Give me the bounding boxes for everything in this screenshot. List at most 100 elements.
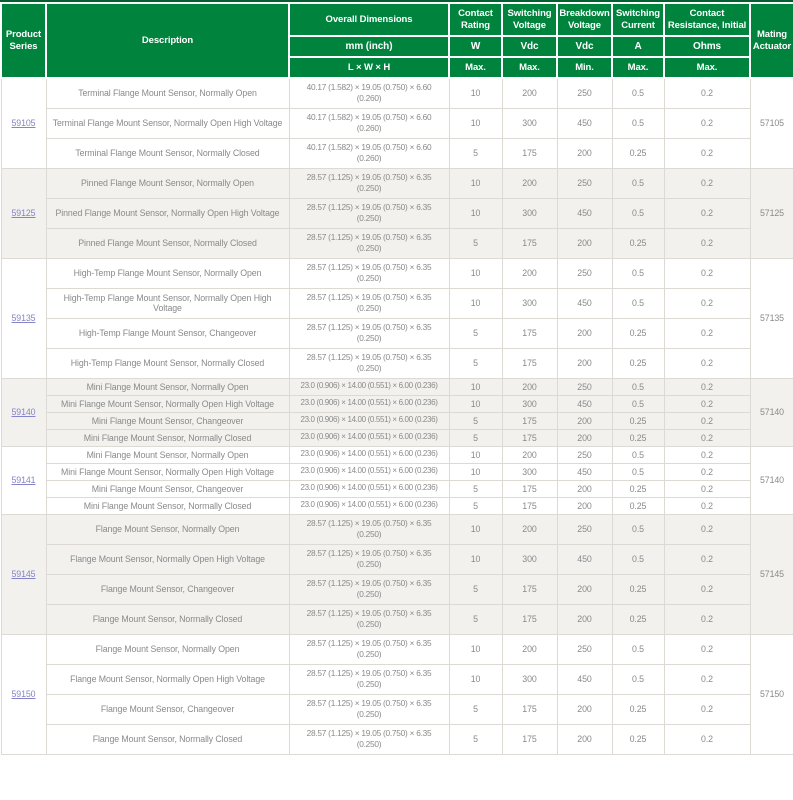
dimensions-cell: 28.57 (1.125) × 19.05 (0.750) × 6.35 (0.… (289, 228, 449, 258)
description-cell: Flange Mount Sensor, Normally Closed (46, 604, 289, 634)
breakdown-voltage-cell: 200 (557, 228, 612, 258)
mating-actuator-cell: 57140 (750, 378, 793, 446)
contact-resistance-cell: 0.2 (664, 574, 750, 604)
breakdown-voltage-cell: 250 (557, 258, 612, 288)
switching-voltage-cell: 200 (502, 168, 557, 198)
product-series-link[interactable]: 59105 (12, 118, 36, 128)
contact-rating-cell: 5 (449, 574, 502, 604)
header-limit-contact-resistance: Max. (664, 57, 750, 78)
dimensions-cell: 23.0 (0.906) × 14.00 (0.551) × 6.00 (0.2… (289, 429, 449, 446)
contact-resistance-cell: 0.2 (664, 604, 750, 634)
dimensions-cell: 28.57 (1.125) × 19.05 (0.750) × 6.35 (0.… (289, 318, 449, 348)
description-cell: High-Temp Flange Mount Sensor, Normally … (46, 258, 289, 288)
dimensions-cell: 40.17 (1.582) × 19.05 (0.750) × 6.60 (0.… (289, 138, 449, 168)
description-cell: Flange Mount Sensor, Normally Open High … (46, 664, 289, 694)
contact-resistance-cell: 0.2 (664, 395, 750, 412)
switching-voltage-cell: 300 (502, 463, 557, 480)
switching-voltage-cell: 175 (502, 429, 557, 446)
dimensions-cell: 23.0 (0.906) × 14.00 (0.551) × 6.00 (0.2… (289, 378, 449, 395)
switching-current-cell: 0.5 (612, 168, 664, 198)
product-spec-table: Product Series Description Overall Dimen… (0, 2, 793, 755)
switching-voltage-cell: 175 (502, 480, 557, 497)
breakdown-voltage-cell: 250 (557, 446, 612, 463)
contact-rating-cell: 10 (449, 198, 502, 228)
contact-rating-cell: 10 (449, 395, 502, 412)
switching-current-cell: 0.25 (612, 724, 664, 754)
header-description: Description (46, 3, 289, 78)
table-row: 59141Mini Flange Mount Sensor, Normally … (1, 446, 793, 463)
product-series-link[interactable]: 59145 (12, 569, 36, 579)
header-limit-switching-voltage: Max. (502, 57, 557, 78)
description-cell: High-Temp Flange Mount Sensor, Changeove… (46, 318, 289, 348)
mating-actuator-cell: 57125 (750, 168, 793, 258)
dimensions-cell: 28.57 (1.125) × 19.05 (0.750) × 6.35 (0.… (289, 634, 449, 664)
dimensions-cell: 28.57 (1.125) × 19.05 (0.750) × 6.35 (0.… (289, 724, 449, 754)
dimensions-cell: 40.17 (1.582) × 19.05 (0.750) × 6.60 (0.… (289, 78, 449, 108)
description-cell: Mini Flange Mount Sensor, Normally Close… (46, 429, 289, 446)
dimensions-cell: 23.0 (0.906) × 14.00 (0.551) × 6.00 (0.2… (289, 463, 449, 480)
header-unit-ohms: Ohms (664, 36, 750, 57)
breakdown-voltage-cell: 200 (557, 574, 612, 604)
contact-rating-cell: 10 (449, 634, 502, 664)
contact-rating-cell: 5 (449, 348, 502, 378)
switching-current-cell: 0.25 (612, 228, 664, 258)
contact-rating-cell: 10 (449, 258, 502, 288)
switching-voltage-cell: 175 (502, 318, 557, 348)
description-cell: Flange Mount Sensor, Changeover (46, 574, 289, 604)
contact-resistance-cell: 0.2 (664, 318, 750, 348)
table-row: Flange Mount Sensor, Normally Open High … (1, 544, 793, 574)
switching-current-cell: 0.5 (612, 634, 664, 664)
product-spec-table-container: Product Series Description Overall Dimen… (0, 0, 793, 755)
product-series-link[interactable]: 59150 (12, 689, 36, 699)
switching-current-cell: 0.5 (612, 544, 664, 574)
description-cell: Mini Flange Mount Sensor, Normally Open (46, 446, 289, 463)
switching-voltage-cell: 175 (502, 348, 557, 378)
contact-resistance-cell: 0.2 (664, 664, 750, 694)
contact-rating-cell: 5 (449, 228, 502, 258)
contact-rating-cell: 5 (449, 412, 502, 429)
header-unit-w: W (449, 36, 502, 57)
breakdown-voltage-cell: 450 (557, 108, 612, 138)
switching-voltage-cell: 300 (502, 198, 557, 228)
header-product-series: Product Series (1, 3, 46, 78)
switching-current-cell: 0.25 (612, 497, 664, 514)
mating-actuator-cell: 57145 (750, 514, 793, 634)
breakdown-voltage-cell: 200 (557, 497, 612, 514)
dimensions-cell: 23.0 (0.906) × 14.00 (0.551) × 6.00 (0.2… (289, 497, 449, 514)
table-header: Product Series Description Overall Dimen… (1, 3, 793, 78)
switching-current-cell: 0.5 (612, 446, 664, 463)
dimensions-cell: 28.57 (1.125) × 19.05 (0.750) × 6.35 (0.… (289, 664, 449, 694)
switching-voltage-cell: 200 (502, 514, 557, 544)
table-row: Flange Mount Sensor, Changeover28.57 (1.… (1, 694, 793, 724)
switching-current-cell: 0.25 (612, 604, 664, 634)
description-cell: Flange Mount Sensor, Changeover (46, 694, 289, 724)
dimensions-cell: 28.57 (1.125) × 19.05 (0.750) × 6.35 (0.… (289, 544, 449, 574)
breakdown-voltage-cell: 250 (557, 514, 612, 544)
breakdown-voltage-cell: 450 (557, 288, 612, 318)
switching-current-cell: 0.5 (612, 395, 664, 412)
contact-rating-cell: 5 (449, 604, 502, 634)
contact-rating-cell: 10 (449, 108, 502, 138)
product-series-link[interactable]: 59125 (12, 208, 36, 218)
table-row: Flange Mount Sensor, Normally Closed28.5… (1, 724, 793, 754)
switching-current-cell: 0.25 (612, 318, 664, 348)
breakdown-voltage-cell: 200 (557, 318, 612, 348)
breakdown-voltage-cell: 200 (557, 138, 612, 168)
contact-rating-cell: 10 (449, 78, 502, 108)
breakdown-voltage-cell: 250 (557, 634, 612, 664)
contact-resistance-cell: 0.2 (664, 168, 750, 198)
switching-current-cell: 0.5 (612, 288, 664, 318)
contact-rating-cell: 10 (449, 446, 502, 463)
switching-current-cell: 0.5 (612, 514, 664, 544)
breakdown-voltage-cell: 250 (557, 378, 612, 395)
product-series-link[interactable]: 59135 (12, 313, 36, 323)
contact-rating-cell: 10 (449, 168, 502, 198)
product-series-link[interactable]: 59141 (12, 475, 36, 485)
table-row: High-Temp Flange Mount Sensor, Changeove… (1, 318, 793, 348)
contact-resistance-cell: 0.2 (664, 429, 750, 446)
product-series-link[interactable]: 59140 (12, 407, 36, 417)
dimensions-cell: 23.0 (0.906) × 14.00 (0.551) × 6.00 (0.2… (289, 395, 449, 412)
description-cell: Pinned Flange Mount Sensor, Normally Ope… (46, 198, 289, 228)
contact-resistance-cell: 0.2 (664, 258, 750, 288)
switching-current-cell: 0.25 (612, 412, 664, 429)
